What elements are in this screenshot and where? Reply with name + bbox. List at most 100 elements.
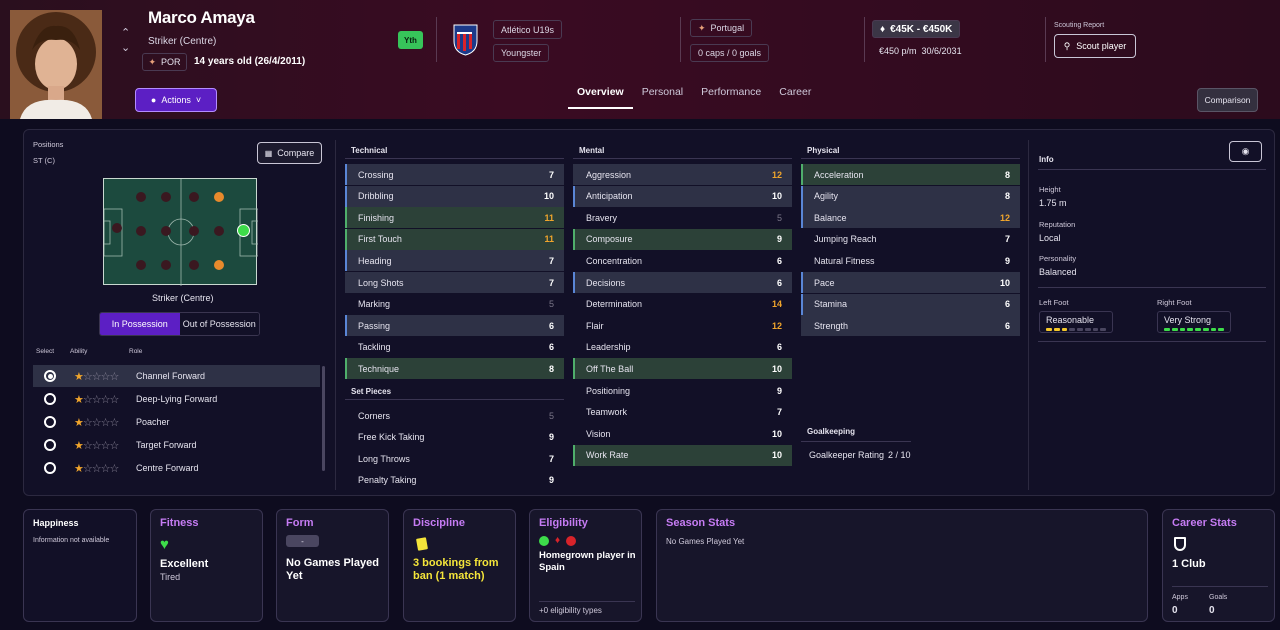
position-dot[interactable] [189, 226, 199, 236]
actions-button[interactable]: ● Actions ˅ [135, 88, 217, 112]
position-dot[interactable] [161, 226, 171, 236]
tab-overview[interactable]: Overview [568, 84, 633, 109]
tab-career[interactable]: Career [770, 84, 820, 109]
attribute-row[interactable]: Corners 5 [345, 405, 564, 426]
attribute-row[interactable]: First Touch 11 [345, 228, 564, 250]
attribute-row[interactable]: Balance 12 [801, 207, 1020, 229]
scout-player-button[interactable]: ⚲ Scout player [1054, 34, 1136, 58]
attribute-row[interactable]: Stamina 6 [801, 293, 1020, 315]
position-dot[interactable] [189, 192, 199, 202]
radio-button[interactable] [44, 462, 56, 474]
tab-personal[interactable]: Personal [633, 84, 692, 109]
attribute-row[interactable]: Strength 6 [801, 315, 1020, 337]
attribute-row[interactable]: Heading 7 [345, 250, 564, 272]
attribute-row[interactable]: Crossing 7 [345, 164, 564, 185]
shield-icon [1174, 537, 1186, 551]
radio-button[interactable] [44, 393, 56, 405]
attribute-row[interactable]: Leadership 6 [573, 337, 792, 358]
attribute-value: 9 [776, 234, 782, 245]
form-card[interactable]: Form - No Games Played Yet [276, 509, 389, 622]
attribute-row[interactable]: Positioning 9 [573, 380, 792, 401]
position-dot[interactable] [189, 260, 199, 270]
reputation-label: Reputation [1039, 220, 1076, 229]
discipline-card[interactable]: Discipline 3 bookings from ban (1 match) [403, 509, 516, 622]
role-row[interactable]: ★☆☆☆☆ Deep-Lying Forward [33, 388, 320, 410]
attribute-row[interactable]: Aggression 12 [573, 164, 792, 185]
happiness-card[interactable]: Happiness Information not available [23, 509, 137, 622]
eligibility-types-link[interactable]: +0 eligibility types [539, 606, 602, 615]
attribute-value: 10 [771, 363, 782, 374]
club-crest-icon[interactable] [452, 23, 479, 56]
attribute-row[interactable]: Jumping Reach 7 [801, 229, 1020, 250]
nation-pill[interactable]: ✦ Portugal [690, 19, 753, 37]
attribute-value: 9 [548, 432, 554, 443]
position-dot[interactable] [112, 223, 122, 233]
radio-selected[interactable] [44, 370, 56, 382]
attribute-row[interactable]: Free Kick Taking 9 [345, 427, 564, 448]
attribute-row[interactable]: Penalty Taking 9 [345, 470, 564, 491]
attribute-row[interactable]: Decisions 6 [573, 272, 792, 293]
attribute-value: 8 [548, 363, 554, 374]
left-foot-box: Reasonable [1039, 311, 1113, 333]
info-settings-button[interactable]: ◉ [1229, 141, 1262, 162]
career-stats-card[interactable]: Career Stats 1 Club Apps 0 Goals 0 [1162, 509, 1275, 622]
left-foot-meter [1046, 328, 1106, 331]
attribute-name: Anticipation [586, 191, 633, 202]
position-dot[interactable] [136, 260, 146, 270]
attribute-value: 6 [1004, 320, 1010, 331]
position-dot-accomplished[interactable] [214, 260, 224, 270]
attribute-row[interactable]: Determination 14 [573, 294, 792, 315]
attribute-row[interactable]: Technique 8 [345, 358, 564, 380]
role-row[interactable]: ★☆☆☆☆ Target Forward [33, 434, 320, 456]
attribute-row[interactable]: Concentration 6 [573, 250, 792, 271]
chevron-down-icon[interactable]: ⌄ [121, 41, 130, 54]
possession-toggle: In Possession Out of Possession [99, 312, 260, 336]
position-dot[interactable] [136, 226, 146, 236]
comparison-button[interactable]: Comparison [1197, 88, 1258, 112]
attribute-row[interactable]: Teamwork 7 [573, 402, 792, 423]
roles-scrollbar[interactable] [322, 366, 325, 471]
position-dot[interactable] [161, 192, 171, 202]
role-row[interactable]: ★☆☆☆☆ Channel Forward [33, 365, 320, 387]
foot-meter-segment [1092, 328, 1099, 331]
attribute-row[interactable]: Passing 6 [345, 315, 564, 337]
position-dot-natural[interactable] [237, 224, 250, 237]
player-age: 14 years old (26/4/2011) [194, 56, 306, 67]
attribute-row[interactable]: Acceleration 8 [801, 164, 1020, 185]
attribute-row[interactable]: Long Shots 7 [345, 272, 564, 293]
divider [680, 17, 681, 62]
attribute-row[interactable]: Finishing 11 [345, 207, 564, 229]
position-dot[interactable] [161, 260, 171, 270]
attribute-row[interactable]: Composure 9 [573, 228, 792, 250]
compare-button[interactable]: ▦ Compare [257, 142, 322, 164]
attribute-row[interactable]: Off The Ball 10 [573, 358, 792, 380]
season-stats-card[interactable]: Season Stats No Games Played Yet [656, 509, 1148, 622]
radio-button[interactable] [44, 416, 56, 428]
position-dot[interactable] [136, 192, 146, 202]
club-name[interactable]: Atlético U19s [493, 20, 563, 39]
attribute-row[interactable]: Anticipation 10 [573, 185, 792, 207]
role-row[interactable]: ★☆☆☆☆ Centre Forward [33, 457, 320, 479]
attribute-row[interactable]: Pace 10 [801, 272, 1020, 293]
role-name: Centre Forward [136, 463, 199, 473]
attribute-row[interactable]: Agility 8 [801, 185, 1020, 207]
chevron-up-icon[interactable]: ⌃ [121, 26, 130, 39]
attribute-row[interactable]: Tackling 6 [345, 337, 564, 358]
attribute-row[interactable]: Marking 5 [345, 294, 564, 315]
attribute-row[interactable]: Dribbling 10 [345, 185, 564, 207]
attribute-row[interactable]: Bravery 5 [573, 207, 792, 228]
tab-performance[interactable]: Performance [692, 84, 770, 109]
radio-button[interactable] [44, 439, 56, 451]
attribute-row[interactable]: Flair 12 [573, 315, 792, 336]
attribute-row[interactable]: Vision 10 [573, 423, 792, 444]
attribute-row[interactable]: Work Rate 10 [573, 444, 792, 466]
out-of-possession-tab[interactable]: Out of Possession [179, 313, 259, 335]
in-possession-tab[interactable]: In Possession [100, 313, 180, 335]
position-dot[interactable] [214, 226, 224, 236]
attribute-row[interactable]: Long Throws 7 [345, 448, 564, 469]
role-row[interactable]: ★☆☆☆☆ Poacher [33, 411, 320, 433]
fitness-card[interactable]: Fitness ♥ Excellent Tired [150, 509, 263, 622]
attribute-row[interactable]: Natural Fitness 9 [801, 250, 1020, 271]
position-dot-accomplished[interactable] [214, 192, 224, 202]
eligibility-card[interactable]: Eligibility ♦ Homegrown player in Spain … [529, 509, 642, 622]
